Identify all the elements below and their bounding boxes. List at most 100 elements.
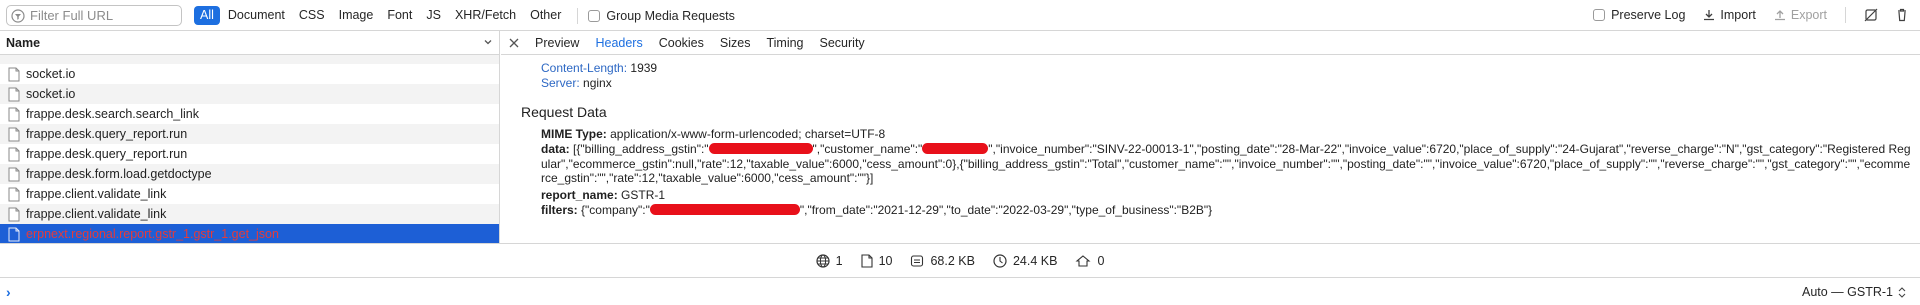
file-icon (8, 187, 20, 201)
filter-type-font[interactable]: Font (381, 6, 418, 25)
domains-count: 1 (816, 254, 843, 268)
filters-part: {"company":" (581, 203, 650, 217)
import-button[interactable]: Import (1703, 8, 1756, 22)
group-media-toggle[interactable]: Group Media Requests (588, 9, 735, 23)
filter-type-xhr-fetch[interactable]: XHR/Fetch (449, 6, 522, 25)
request-name: socket.io (26, 87, 76, 101)
header-key: Content-Length: (541, 61, 628, 75)
domains-value: 1 (835, 253, 843, 268)
tab-cookies[interactable]: Cookies (659, 36, 704, 50)
storage-icon (911, 254, 924, 267)
mime-type-key: MIME Type: (541, 127, 607, 141)
file-icon (8, 127, 20, 141)
document-icon (861, 253, 873, 268)
network-icon (1075, 254, 1091, 267)
tab-security[interactable]: Security (820, 36, 865, 50)
tab-timing[interactable]: Timing (766, 36, 803, 50)
errors-count: 0 (1075, 254, 1104, 268)
detail-tabs: Preview Headers Cookies Sizes Timing Sec… (501, 31, 1920, 55)
divider (577, 7, 579, 24)
filters-part: ","from_date":"2021-12-29","to_date":"20… (799, 203, 1213, 217)
filter-url-input[interactable] (30, 8, 180, 23)
header-key: Server: (541, 76, 580, 90)
filter-type-other[interactable]: Other (524, 6, 567, 25)
list-item[interactable]: socket.io (0, 84, 499, 104)
list-item[interactable]: frappe.client.validate_link (0, 204, 499, 224)
name-column-header[interactable]: Name (0, 31, 499, 55)
list-item-selected[interactable]: erpnext.regional.report.gstr_1.gstr_1.ge… (0, 224, 499, 243)
timer-icon (993, 253, 1007, 268)
request-name: frappe.desk.search.search_link (26, 107, 200, 121)
request-name: frappe.desk.query_report.run (26, 127, 188, 141)
tab-sizes[interactable]: Sizes (720, 36, 751, 50)
response-header-row: Content-Length: 1939 (541, 61, 657, 75)
redaction-mark (922, 143, 989, 154)
header-value: 1939 (630, 61, 658, 75)
redaction-mark (708, 143, 813, 154)
response-header-row: Server: nginx (541, 76, 612, 90)
list-item[interactable]: frappe.desk.query_report.run (0, 124, 499, 144)
filter-type-js[interactable]: JS (420, 6, 447, 25)
tab-headers[interactable]: Headers (595, 36, 642, 50)
list-item[interactable]: frappe.desk.query_report.run (0, 144, 499, 164)
filter-type-all[interactable]: All (194, 6, 220, 25)
file-icon (8, 87, 20, 101)
export-button[interactable]: Export (1774, 8, 1827, 22)
headers-content: Content-Length: 1939 Server: nginx Reque… (501, 55, 1920, 243)
name-column-label: Name (6, 35, 41, 50)
tab-preview[interactable]: Preview (535, 36, 579, 50)
report-name-key: report_name: (541, 188, 618, 202)
mime-type-row: MIME Type: application/x-www-form-urlenc… (541, 127, 885, 141)
file-icon (8, 147, 20, 161)
data-param-row: data: [{"billing_address_gstin":" ","cust… (541, 142, 1911, 186)
list-item[interactable]: frappe.desk.search.search_link (0, 104, 499, 124)
mime-type-value: application/x-www-form-urlencoded; chars… (610, 127, 886, 141)
summary-bar: 1 10 68.2 KB 24.4 KB 0 (0, 243, 1920, 278)
export-icon (1774, 10, 1785, 21)
request-list-panel: Name socket.io socket.io frappe.desk.sea… (0, 31, 500, 243)
transferred-value: 68.2 KB (930, 253, 975, 268)
disable-resource-caching-icon[interactable] (1864, 8, 1878, 22)
resources-count: 10 (861, 253, 893, 268)
filter-search-box[interactable] (6, 5, 182, 26)
toolbar-right: Preserve Log Import Export (1593, 7, 1908, 23)
list-item[interactable]: frappe.client.validate_link (0, 184, 499, 204)
divider (1845, 7, 1846, 23)
request-list: socket.io socket.io frappe.desk.search.s… (0, 55, 499, 243)
filter-bar: All Document CSS Image Font JS XHR/Fetch… (0, 0, 1920, 31)
group-media-label: Group Media Requests (606, 8, 735, 23)
file-icon (8, 207, 20, 221)
chevron-down-icon[interactable] (483, 37, 493, 47)
preserve-log-label: Preserve Log (1611, 8, 1686, 22)
file-icon (8, 107, 20, 121)
redaction-mark (649, 204, 800, 215)
console-prompt-bar[interactable]: › Auto — GSTR-1 (0, 278, 1920, 305)
list-item[interactable]: frappe.desk.form.load.getdoctype (0, 164, 499, 184)
group-media-checkbox[interactable] (588, 9, 601, 22)
file-icon (8, 67, 20, 81)
preserve-log-checkbox[interactable] (1593, 9, 1606, 21)
request-name: frappe.desk.query_report.run (26, 147, 188, 161)
list-item[interactable] (0, 55, 499, 64)
request-name: erpnext.regional.report.gstr_1.gstr_1.ge… (26, 227, 279, 241)
data-part: ","customer_name":" (812, 142, 923, 156)
execution-context-selector[interactable]: Auto — GSTR-1 (1802, 285, 1906, 299)
file-icon (8, 227, 20, 241)
filter-type-css[interactable]: CSS (293, 6, 331, 25)
transferred-size: 68.2 KB (910, 253, 975, 268)
filters-key: filters: (541, 203, 578, 217)
preserve-log-toggle[interactable]: Preserve Log (1593, 8, 1685, 22)
close-icon[interactable] (509, 38, 519, 48)
file-icon (8, 167, 20, 181)
resources-value: 10 (878, 253, 893, 268)
list-item[interactable]: socket.io (0, 64, 499, 84)
clear-log-icon[interactable] (1896, 8, 1908, 22)
filters-row: filters: {"company":" ","from_date":"2021… (541, 203, 1212, 217)
request-data-title: Request Data (521, 104, 607, 120)
filter-type-document[interactable]: Document (222, 6, 291, 25)
request-name: frappe.client.validate_link (26, 187, 167, 201)
globe-icon (816, 253, 830, 268)
header-value: nginx (583, 76, 612, 90)
filter-type-image[interactable]: Image (333, 6, 380, 25)
chevron-updown-icon (1898, 286, 1906, 298)
